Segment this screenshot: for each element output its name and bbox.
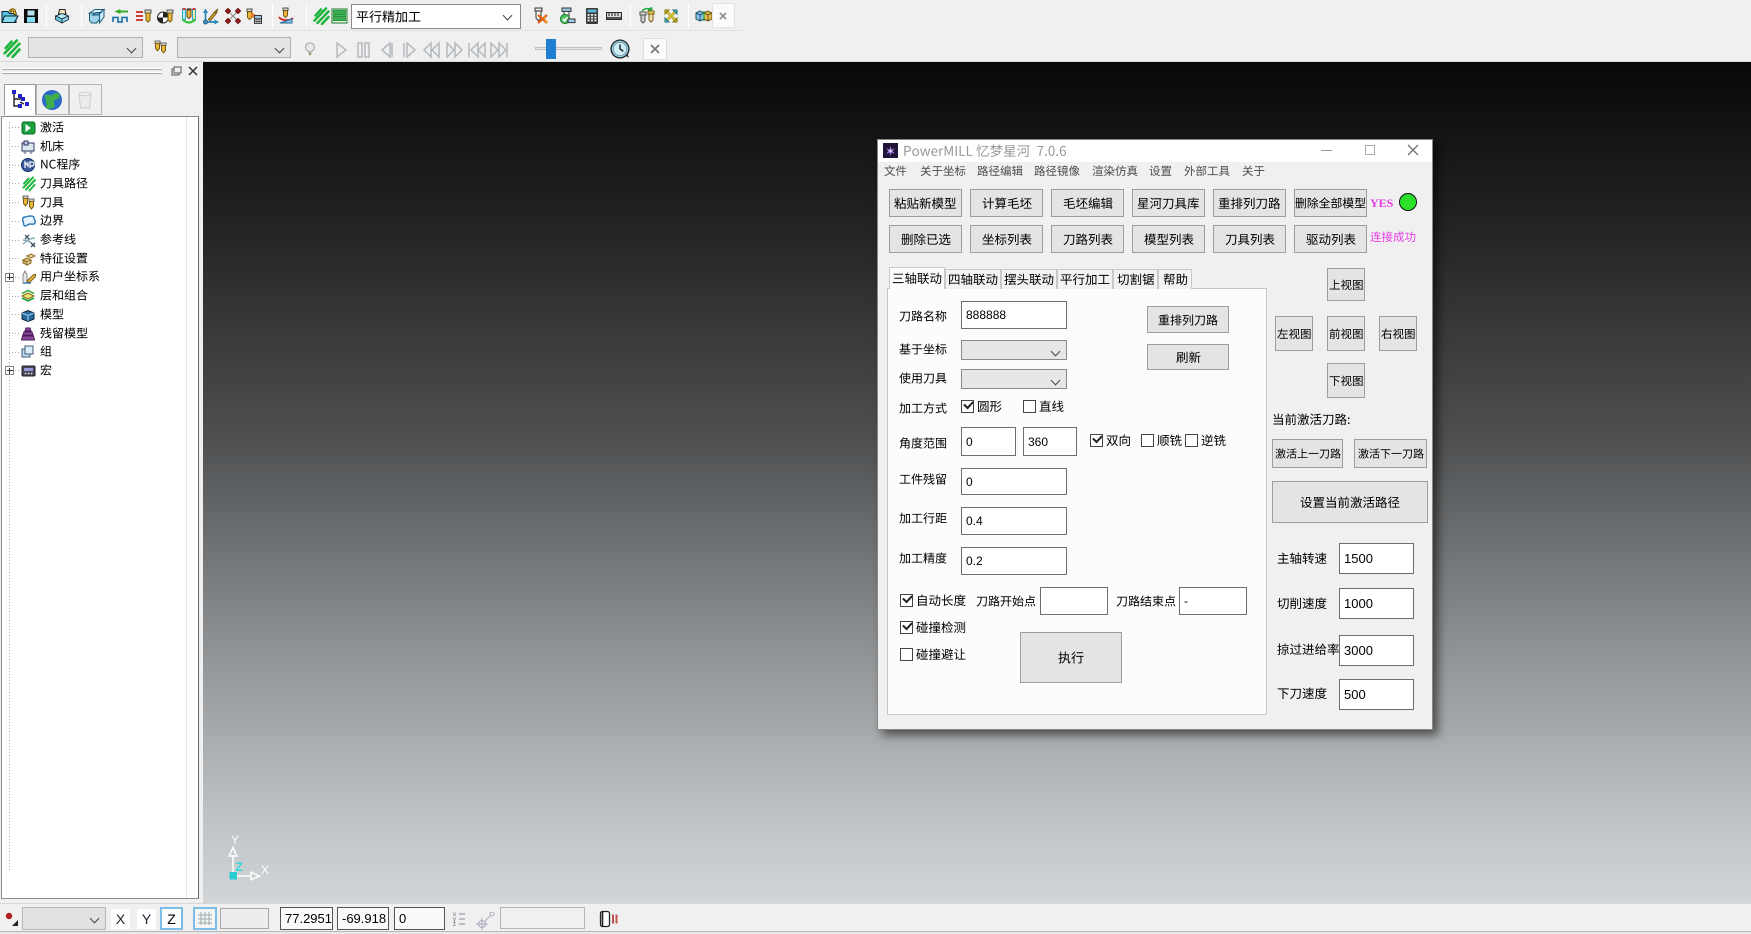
svg-text:X: X <box>261 863 269 877</box>
svg-text:z: z <box>453 922 456 928</box>
svg-text:Z: Z <box>236 860 243 874</box>
svg-text:Y: Y <box>231 833 239 847</box>
